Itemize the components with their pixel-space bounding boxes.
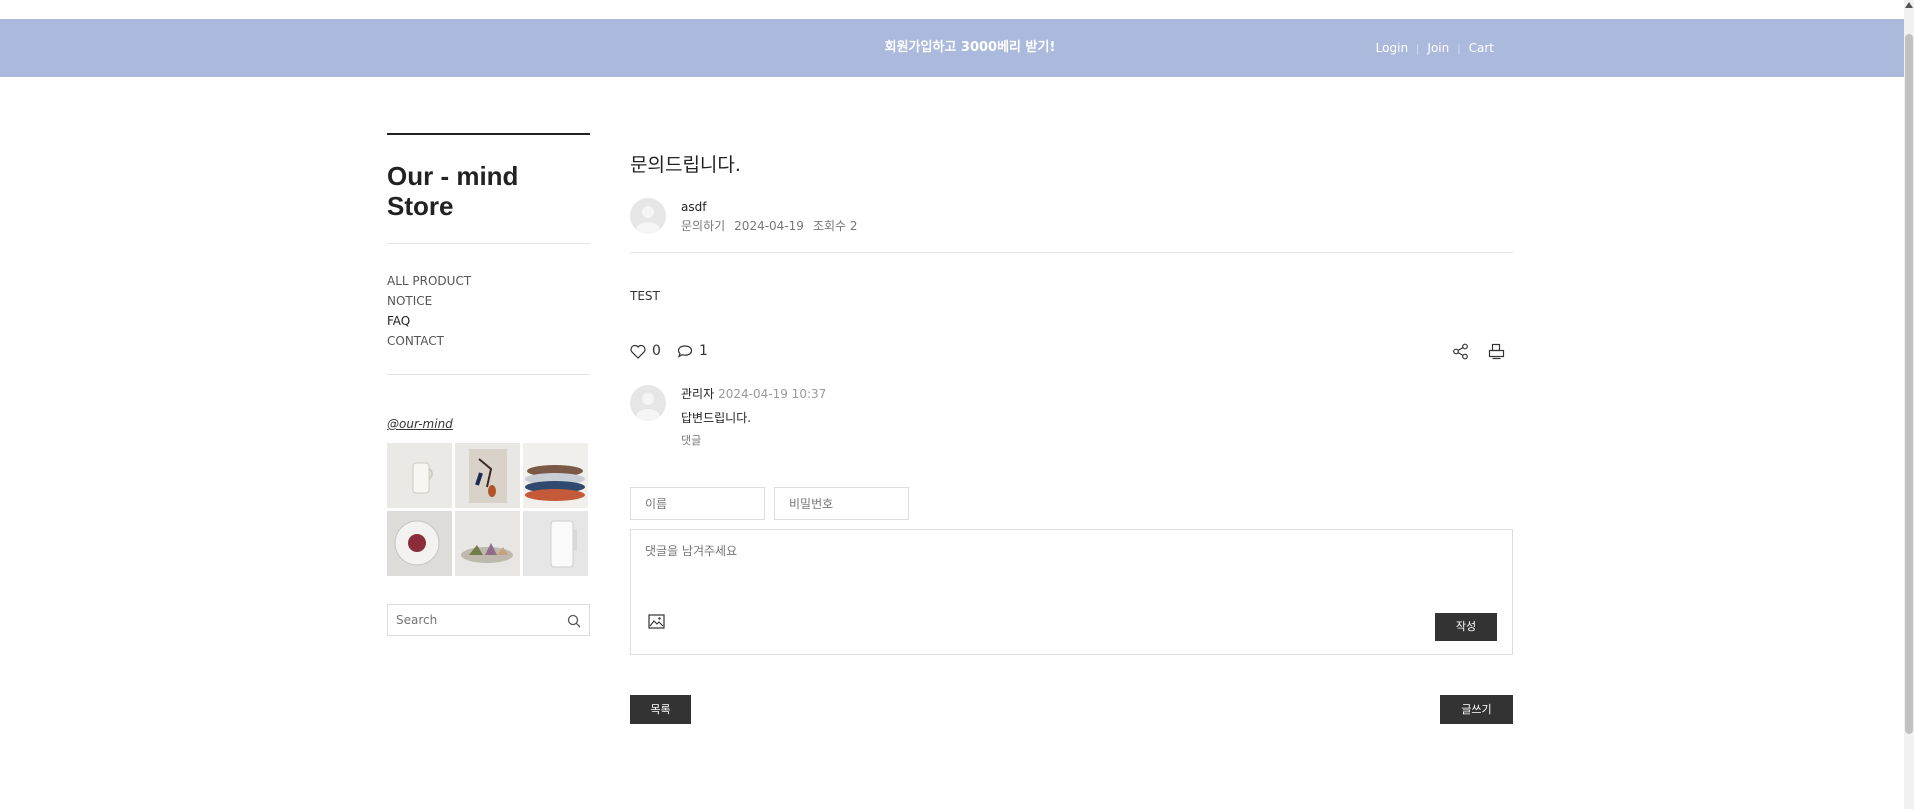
post-actions: 0 1 bbox=[630, 343, 1513, 363]
instagram-photo-bowl[interactable] bbox=[387, 511, 452, 576]
search-input[interactable] bbox=[388, 605, 558, 635]
comment-item: 관리자 2024-04-19 10:37 답변드립니다. 댓글 bbox=[630, 385, 1513, 455]
header-links: Login | Join | Cart bbox=[1376, 19, 1494, 77]
comment-date: 2024-04-19 10:37 bbox=[718, 387, 827, 401]
divider bbox=[387, 374, 590, 375]
scrollbar[interactable] bbox=[1904, 0, 1914, 809]
instagram-photo-plates[interactable] bbox=[523, 443, 588, 508]
post-navigation: 목록 글쓰기 bbox=[630, 695, 1513, 724]
post-author: asdf 문의하기 2024-04-19 조회수 2 bbox=[630, 198, 1513, 234]
comment-author: 관리자 bbox=[681, 387, 715, 401]
cart-link[interactable]: Cart bbox=[1469, 41, 1494, 55]
comment-header: 관리자 2024-04-19 10:37 bbox=[681, 385, 826, 402]
password-input[interactable] bbox=[774, 487, 909, 520]
brand-line-1: Our - mind bbox=[387, 161, 519, 191]
sidebar-menu: ALL PRODUCT NOTICE FAQ CONTACT bbox=[387, 271, 590, 351]
brand-logo[interactable]: Our - mind Store bbox=[387, 161, 590, 223]
menu-item-faq[interactable]: FAQ bbox=[387, 311, 590, 331]
heart-icon bbox=[630, 344, 646, 359]
post-date: 2024-04-19 bbox=[734, 219, 804, 233]
promo-text[interactable]: 회원가입하고 3000베리 받기! bbox=[0, 19, 1914, 77]
instagram-photo-dessert[interactable] bbox=[455, 511, 520, 576]
brand-line-2: Store bbox=[387, 191, 454, 221]
submit-comment-button[interactable]: 작성 bbox=[1435, 613, 1497, 641]
scrollbar-thumb[interactable] bbox=[1905, 34, 1913, 734]
post-category: 문의하기 bbox=[681, 219, 726, 233]
user-icon bbox=[636, 206, 660, 234]
divider bbox=[630, 252, 1513, 253]
write-button[interactable]: 글쓰기 bbox=[1440, 695, 1513, 724]
user-icon bbox=[636, 393, 660, 421]
post-detail: 문의드립니다. asdf 문의하기 2024-04-19 조회수 2 TEST 0 … bbox=[630, 150, 1513, 724]
comment-count-button[interactable]: 1 bbox=[677, 343, 708, 359]
like-count: 0 bbox=[652, 343, 661, 359]
image-upload-icon[interactable] bbox=[648, 614, 665, 633]
post-title: 문의드립니다. bbox=[630, 154, 741, 176]
menu-item-notice[interactable]: NOTICE bbox=[387, 291, 590, 311]
scroll-up-icon[interactable] bbox=[1905, 2, 1913, 8]
separator: | bbox=[1416, 44, 1420, 55]
name-input[interactable] bbox=[630, 487, 765, 520]
menu-item-all-product[interactable]: ALL PRODUCT bbox=[387, 271, 590, 291]
search-icon[interactable] bbox=[567, 613, 581, 632]
comment-count: 1 bbox=[699, 343, 708, 359]
post-meta: 문의하기 2024-04-19 조회수 2 bbox=[681, 217, 867, 234]
menu-item-contact[interactable]: CONTACT bbox=[387, 331, 590, 351]
post-views: 조회수 2 bbox=[812, 219, 858, 233]
top-banner: 회원가입하고 3000베리 받기! Login | Join | Cart bbox=[0, 19, 1904, 77]
search-box bbox=[387, 604, 590, 636]
sidebar: Our - mind Store ALL PRODUCT NOTICE FAQ … bbox=[387, 133, 590, 636]
print-icon[interactable] bbox=[1488, 343, 1505, 364]
join-link[interactable]: Join bbox=[1427, 41, 1449, 55]
share-icon[interactable] bbox=[1452, 343, 1469, 364]
instagram-photo-kettle[interactable] bbox=[523, 511, 588, 576]
instagram-grid bbox=[387, 443, 590, 576]
instagram-photo-art[interactable] bbox=[455, 443, 520, 508]
instagram-photo-mug[interactable] bbox=[387, 443, 452, 508]
avatar bbox=[630, 198, 666, 234]
speech-bubble-icon bbox=[677, 344, 693, 358]
divider bbox=[387, 243, 590, 244]
list-button[interactable]: 목록 bbox=[630, 695, 691, 724]
reply-link[interactable]: 댓글 bbox=[681, 432, 701, 448]
login-link[interactable]: Login bbox=[1376, 41, 1408, 55]
comment-text: 답변드립니다. bbox=[681, 411, 752, 425]
comment-credentials bbox=[630, 487, 1513, 520]
comment-textarea[interactable] bbox=[645, 542, 1505, 602]
author-name: asdf bbox=[681, 200, 707, 214]
instagram-link[interactable]: @our-mind bbox=[387, 417, 590, 431]
sidebar-top-line bbox=[387, 133, 590, 135]
like-button[interactable]: 0 bbox=[630, 343, 661, 359]
post-body: TEST bbox=[630, 289, 660, 303]
comment-form: 작성 bbox=[630, 529, 1513, 655]
separator: | bbox=[1457, 44, 1461, 55]
avatar bbox=[630, 385, 666, 421]
